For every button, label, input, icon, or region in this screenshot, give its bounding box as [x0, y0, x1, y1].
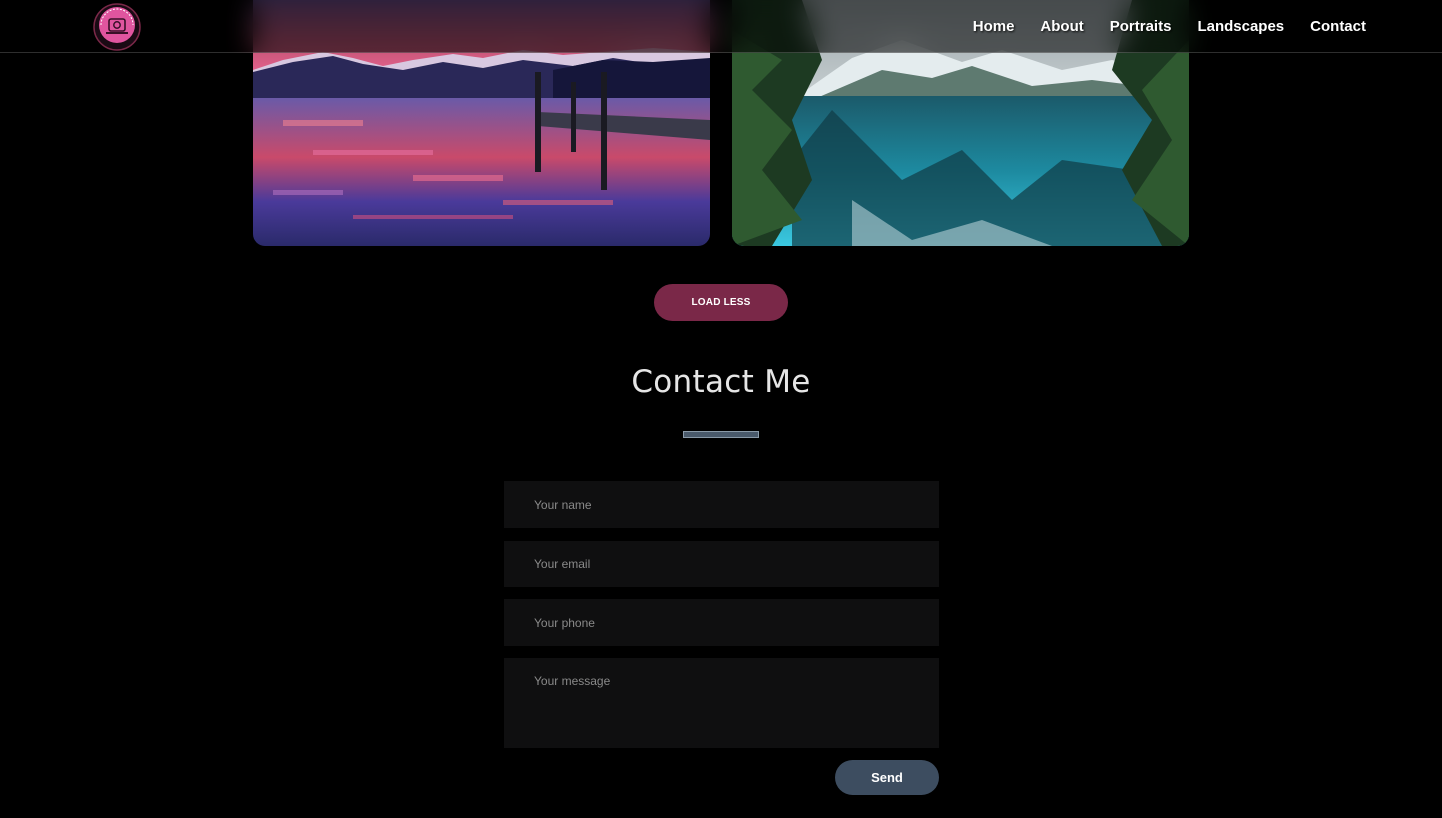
send-button[interactable]: Send [835, 760, 939, 795]
site-logo[interactable] [93, 3, 141, 51]
load-less-button[interactable]: LOAD LESS [654, 284, 788, 321]
title-underline [683, 431, 759, 438]
name-field[interactable] [504, 481, 939, 528]
nav-links: Home About Portraits Landscapes Contact [973, 0, 1366, 52]
nav-link-portraits[interactable]: Portraits [1110, 18, 1172, 35]
nav-link-about[interactable]: About [1040, 18, 1083, 35]
phone-field[interactable] [504, 599, 939, 646]
nav-link-contact[interactable]: Contact [1310, 18, 1366, 35]
nav-link-home[interactable]: Home [973, 18, 1015, 35]
top-navbar: Home About Portraits Landscapes Contact [0, 0, 1442, 53]
message-field[interactable] [504, 658, 939, 748]
email-field[interactable] [504, 541, 939, 587]
contact-title: Contact Me [631, 364, 811, 400]
camera-logo-icon [93, 3, 141, 51]
nav-link-landscapes[interactable]: Landscapes [1197, 18, 1284, 35]
